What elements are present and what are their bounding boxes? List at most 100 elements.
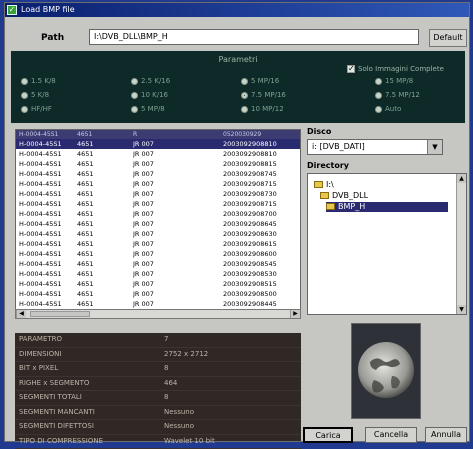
col-header-code[interactable]: 4651 xyxy=(77,130,133,139)
param-option[interactable]: HF/HF xyxy=(21,105,52,113)
info-key: SEGMENTI TOTALI xyxy=(15,391,164,405)
param-option[interactable]: 5 K/8 xyxy=(21,91,49,99)
file-row[interactable]: H-0004-45S14651JR 0072003092908715 xyxy=(16,199,300,209)
drive-value: i: [DVB_DATI] xyxy=(312,142,365,151)
file-list[interactable]: H-0004-45S1 4651 R 0520030929 H-0004-45S… xyxy=(15,129,301,315)
file-row[interactable]: H-0004-45S14651JR 0072003092908515 xyxy=(16,279,300,289)
scroll-up-icon[interactable]: ▲ xyxy=(457,174,466,183)
file-cell-name: H-0004-45S1 xyxy=(16,259,77,269)
delete-button[interactable]: Cancella xyxy=(365,427,417,443)
file-row[interactable]: H-0004-45S14651JR 0072003092908530 xyxy=(16,269,300,279)
info-row: TIPO DI COMPRESSIONEWavelet 10 bit xyxy=(15,435,301,449)
radio-button-icon xyxy=(21,92,28,99)
param-option[interactable]: 1.5 K/8 xyxy=(21,77,56,85)
directory-label: Directory xyxy=(307,161,349,170)
file-row[interactable]: H-0004-45S14651JR 0072003092908810 xyxy=(16,139,300,149)
param-option[interactable]: 10 MP/12 xyxy=(241,105,284,113)
load-button[interactable]: Carica xyxy=(303,427,353,443)
param-option-label: 7.5 MP/16 xyxy=(251,91,286,99)
file-cell-ext: JR 007 xyxy=(133,209,223,219)
file-cell-code: 4651 xyxy=(77,239,133,249)
radio-button-icon xyxy=(131,106,138,113)
file-cell-name: H-0004-45S1 xyxy=(16,209,77,219)
folder-icon xyxy=(314,181,323,188)
info-value: Wavelet 10 bit xyxy=(164,435,301,449)
scroll-down-icon[interactable]: ▼ xyxy=(457,305,466,314)
param-option-label: Auto xyxy=(385,105,401,113)
file-cell-ext: JR 007 xyxy=(133,179,223,189)
col-header-date[interactable]: 0520030929 xyxy=(223,130,293,139)
radio-button-icon xyxy=(21,106,28,113)
param-option[interactable]: Auto xyxy=(375,105,401,113)
radio-button-icon xyxy=(131,92,138,99)
file-cell-ext: JR 007 xyxy=(133,199,223,209)
file-cell-code: 4651 xyxy=(77,249,133,259)
file-cell-code: 4651 xyxy=(77,299,133,309)
path-row: Path I:\DVB_DLL\BMP_H Default xyxy=(5,17,469,47)
file-cell-name: H-0004-45S1 xyxy=(16,289,77,299)
param-option-label: 5 MP/16 xyxy=(251,77,279,85)
default-button[interactable]: Default xyxy=(429,29,467,47)
file-cell-date: 2003092908515 xyxy=(223,279,293,289)
file-cell-date: 2003092908630 xyxy=(223,229,293,239)
file-row[interactable]: H-0004-45S14651JR 0072003092908500 xyxy=(16,289,300,299)
info-key: BIT x PIXEL xyxy=(15,362,164,376)
chevron-down-icon[interactable]: ▼ xyxy=(427,140,442,154)
file-cell-date: 2003092908600 xyxy=(223,249,293,259)
directory-item[interactable]: BMP_H xyxy=(326,202,448,212)
drive-select[interactable]: i: [DVB_DATI] ▼ xyxy=(307,139,443,155)
file-cell-ext: JR 007 xyxy=(133,299,223,309)
param-option-label: 5 MP/8 xyxy=(141,105,165,113)
earth-disc-thumbnail xyxy=(352,324,420,418)
radio-button-icon xyxy=(375,106,382,113)
param-option[interactable]: 10 K/16 xyxy=(131,91,168,99)
file-row[interactable]: H-0004-45S14651JR 0072003092908630 xyxy=(16,229,300,239)
file-cell-date: 2003092908745 xyxy=(223,169,293,179)
info-key: DIMENSIONI xyxy=(15,348,164,362)
directory-item[interactable]: I:\ xyxy=(314,180,448,190)
info-key: TIPO DI COMPRESSIONE xyxy=(15,435,164,449)
col-header-name[interactable]: H-0004-45S1 xyxy=(16,130,77,139)
file-row[interactable]: H-0004-45S14651JR 0072003092908745 xyxy=(16,169,300,179)
file-row[interactable]: H-0004-45S14651JR 0072003092908810 xyxy=(16,149,300,159)
directory-tree[interactable]: I:\DVB_DLLBMP_H ▲ ▼ xyxy=(307,173,467,315)
radio-button-icon xyxy=(375,78,382,85)
file-cell-date: 2003092908715 xyxy=(223,179,293,189)
file-cell-name: H-0004-45S1 xyxy=(16,139,77,149)
radio-button-icon xyxy=(375,92,382,99)
param-option[interactable]: 5 MP/8 xyxy=(131,105,165,113)
file-list-header: H-0004-45S1 4651 R 0520030929 xyxy=(16,130,300,139)
file-row[interactable]: H-0004-45S14651JR 0072003092908815 xyxy=(16,159,300,169)
file-row[interactable]: H-0004-45S14651JR 0072003092908545 xyxy=(16,259,300,269)
file-cell-ext: JR 007 xyxy=(133,219,223,229)
file-row[interactable]: H-0004-45S14651JR 0072003092908645 xyxy=(16,219,300,229)
param-option-label: 2.5 K/16 xyxy=(141,77,170,85)
file-cell-ext: JR 007 xyxy=(133,229,223,239)
file-list-scrollbar[interactable]: ◀ ▶ xyxy=(15,309,301,319)
col-header-ext[interactable]: R xyxy=(133,130,223,139)
file-row[interactable]: H-0004-45S14651JR 0072003092908715 xyxy=(16,179,300,189)
cancel-button[interactable]: Annulla xyxy=(425,427,467,443)
file-row[interactable]: H-0004-45S14651JR 0072003092908700 xyxy=(16,209,300,219)
info-value: 8 xyxy=(164,391,301,405)
file-row[interactable]: H-0004-45S14651JR 0072003092908600 xyxy=(16,249,300,259)
file-row[interactable]: H-0004-45S14651JR 0072003092908615 xyxy=(16,239,300,249)
directory-item[interactable]: DVB_DLL xyxy=(320,191,448,201)
param-option[interactable]: 7.5 MP/16 xyxy=(241,91,286,99)
param-option[interactable]: 2.5 K/16 xyxy=(131,77,170,85)
file-cell-date: 2003092908810 xyxy=(223,139,293,149)
complete-images-checkbox[interactable]: ✓ Solo Immagini Complete xyxy=(347,65,444,73)
radio-button-icon xyxy=(21,78,28,85)
file-row[interactable]: H-0004-45S14651JR 0072003092908730 xyxy=(16,189,300,199)
param-option[interactable]: 15 MP/8 xyxy=(375,77,413,85)
scroll-left-icon[interactable]: ◀ xyxy=(16,310,26,318)
file-row[interactable]: H-0004-45S14651JR 0072003092908445 xyxy=(16,299,300,309)
scroll-thumb[interactable] xyxy=(30,311,90,317)
path-input[interactable]: I:\DVB_DLL\BMP_H xyxy=(89,29,419,45)
directory-scrollbar[interactable]: ▲ ▼ xyxy=(456,174,466,314)
file-cell-name: H-0004-45S1 xyxy=(16,299,77,309)
radio-button-icon xyxy=(131,78,138,85)
param-option[interactable]: 7.5 MP/12 xyxy=(375,91,420,99)
param-option[interactable]: 5 MP/16 xyxy=(241,77,279,85)
scroll-right-icon[interactable]: ▶ xyxy=(290,310,300,318)
